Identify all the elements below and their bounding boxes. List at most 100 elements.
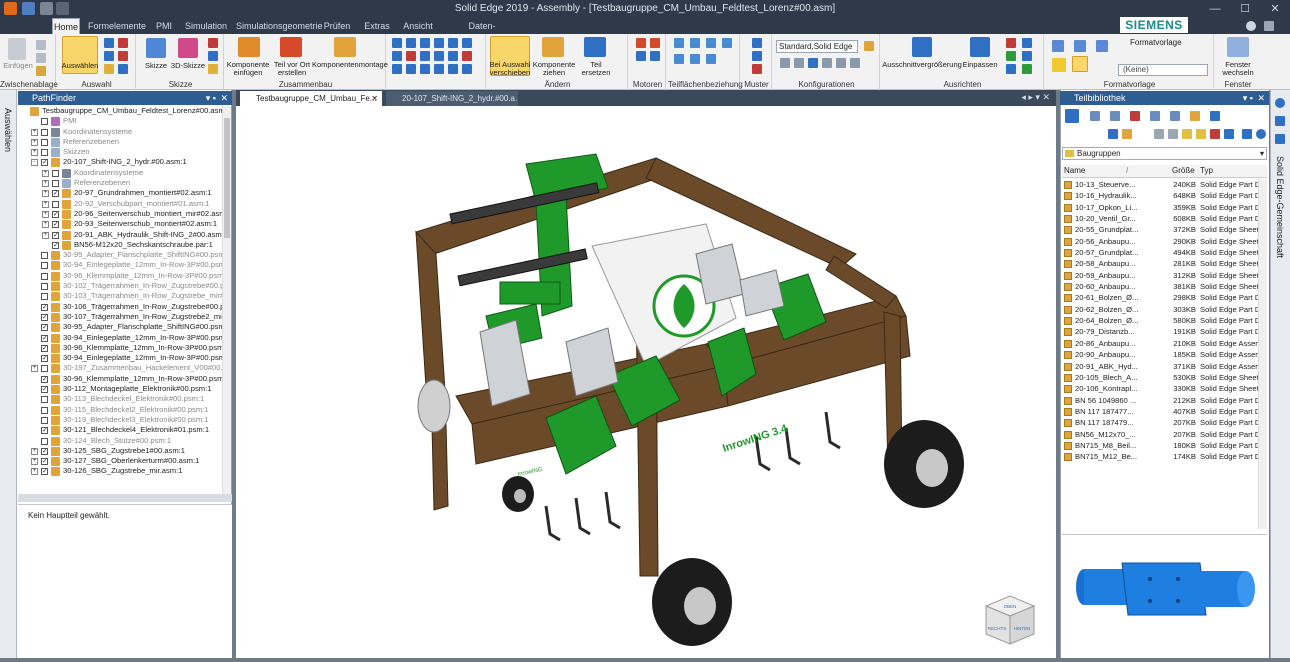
visibility-checkbox[interactable]: ✓	[52, 190, 59, 198]
visibility-checkbox[interactable]: ✓	[52, 210, 59, 218]
document-tab[interactable]: 20-107_Shift-ING_2_hydr.#00.a...	[386, 91, 518, 106]
visibility-checkbox[interactable]	[41, 365, 48, 373]
panel-pin-icon[interactable]: ▾ ▪	[206, 91, 216, 105]
relationship-icon[interactable]	[420, 51, 430, 61]
visibility-checkbox[interactable]: ✓	[41, 313, 48, 321]
list-item[interactable]: 20-105_Blech_A... 530KB Solid Edge Sheet .…	[1062, 372, 1267, 383]
face-relate-icon[interactable]	[722, 38, 732, 48]
tree-item[interactable]: + ✓ 20-91_ABK_Hydraulik_Shift-ING_2#00.asm	[18, 230, 222, 240]
tree-item[interactable]: ✓ 30-96_Klemmplatte_12mm_In-Row-3P#00.psm…	[18, 374, 222, 384]
filter-icon[interactable]	[1242, 129, 1252, 139]
expand-icon[interactable]: +	[42, 180, 49, 188]
forward-icon[interactable]	[1168, 129, 1178, 139]
tree-item[interactable]: Testbaugruppe_CM_Umbau_Feldtest_Lorenz#0…	[18, 106, 222, 116]
view-icon[interactable]	[1022, 64, 1032, 74]
style-cube-icon[interactable]	[1072, 56, 1088, 72]
pathfinder-splitter[interactable]	[18, 494, 232, 502]
style-cube-icon[interactable]	[1052, 58, 1066, 72]
select-option-icon[interactable]	[104, 38, 114, 48]
relationship-icon[interactable]	[392, 38, 402, 48]
relationship-icon[interactable]	[406, 38, 416, 48]
library-tool-icon[interactable]	[1190, 111, 1200, 121]
relationship-icon[interactable]	[462, 38, 472, 48]
visibility-checkbox[interactable]	[41, 406, 48, 414]
list-item[interactable]: 10-13_Steuerve... 240KB Solid Edge Part Do…	[1062, 179, 1267, 190]
visibility-checkbox[interactable]: ✓	[41, 159, 48, 167]
list-item[interactable]: BN 117 187479... 207KB Solid Edge Part Do.…	[1062, 417, 1267, 428]
component-assembly-label[interactable]: Komponentenmontage	[312, 61, 388, 69]
visibility-checkbox[interactable]	[41, 396, 48, 404]
motor-icon[interactable]	[636, 51, 646, 61]
visibility-checkbox[interactable]: ✓	[41, 468, 48, 476]
select-option-icon[interactable]	[118, 64, 128, 74]
expand-icon[interactable]: +	[31, 458, 38, 466]
pathfinder-scrollbar[interactable]	[222, 106, 231, 494]
visibility-checkbox[interactable]: ✓	[41, 375, 48, 383]
visibility-checkbox[interactable]	[41, 252, 48, 260]
up-folder-icon[interactable]	[1182, 129, 1192, 139]
list-item[interactable]: 20-91_ABK_Hyd... 371KB Solid Edge Assemb..…	[1062, 361, 1267, 372]
format-style-field[interactable]: (Keine)	[1118, 64, 1208, 76]
visibility-checkbox[interactable]	[52, 200, 59, 208]
relationship-icon[interactable]	[448, 64, 458, 74]
format-painter-icon[interactable]	[36, 66, 46, 76]
list-item[interactable]: BN715_M8_Beil... 180KB Solid Edge Part Do.…	[1062, 440, 1267, 451]
list-item[interactable]: 10-17_Opkon_Li... 359KB Solid Edge Part Do…	[1062, 202, 1267, 213]
configuration-icon[interactable]	[808, 58, 818, 68]
style-cube-icon[interactable]	[1052, 40, 1064, 52]
visibility-checkbox[interactable]: ✓	[41, 334, 48, 342]
tree-item[interactable]: + Koordinatensysteme	[18, 168, 222, 178]
visibility-checkbox[interactable]: ✓	[52, 221, 59, 229]
view-icon[interactable]	[1006, 38, 1016, 48]
visibility-checkbox[interactable]: ✓	[41, 303, 48, 311]
assembly-model[interactable]: InrowING 3.4 InrowING	[236, 106, 1056, 658]
replace-part-icon[interactable]	[584, 37, 606, 57]
replace-part-label-2[interactable]: ersetzen	[574, 69, 618, 77]
style-cube-icon[interactable]	[1096, 40, 1108, 52]
visibility-checkbox[interactable]	[41, 138, 48, 146]
sketch-tool-icon[interactable]	[208, 38, 218, 48]
tree-item[interactable]: + ✓ 30-127_SBG_Oberlenkerturm#00.asm:1	[18, 456, 222, 467]
configuration-dropdown[interactable]: Standard,Solid Edge	[776, 40, 858, 53]
help-icon[interactable]	[1275, 98, 1285, 108]
face-relate-icon[interactable]	[706, 38, 716, 48]
search-icon[interactable]	[1256, 129, 1266, 139]
library-tool-icon[interactable]	[1108, 129, 1118, 139]
library-tool-icon[interactable]	[1110, 111, 1120, 121]
ribbon-collapse-icon[interactable]	[1264, 21, 1274, 31]
visibility-checkbox[interactable]: ✓	[41, 458, 48, 466]
list-item[interactable]: 20-61_Bolzen_Ø... 298KB Solid Edge Part Do…	[1062, 292, 1267, 303]
scrollbar-thumb[interactable]	[224, 118, 230, 238]
library-side-icon[interactable]	[1275, 116, 1285, 126]
tree-item[interactable]: ✓ 30-94_Einlegeplatte_12mm_In-Row-3P#00.p…	[18, 333, 222, 343]
face-relate-icon[interactable]	[690, 54, 700, 64]
panel-close-icon[interactable]: ✕	[220, 91, 228, 105]
expand-icon[interactable]: +	[31, 149, 38, 157]
tree-item[interactable]: 30-119_Blechdeckel3_Elektronik#00.psm:1	[18, 415, 222, 425]
view-mode-icon[interactable]	[1224, 129, 1234, 139]
face-relate-icon[interactable]	[674, 38, 684, 48]
visibility-checkbox[interactable]	[41, 149, 48, 157]
fit-label[interactable]: Einpassen	[960, 61, 1000, 69]
configuration-icon[interactable]	[780, 58, 790, 68]
zoom-area-icon[interactable]	[912, 37, 932, 57]
expand-icon[interactable]: +	[42, 169, 49, 177]
relationship-icon[interactable]	[420, 38, 430, 48]
tree-item[interactable]: + Koordinatensysteme	[18, 127, 222, 137]
pattern-icon[interactable]	[752, 51, 762, 61]
list-item[interactable]: 20-62_Bolzen_Ø... 303KB Solid Edge Part Do…	[1062, 304, 1267, 315]
visibility-checkbox[interactable]: ✓	[41, 427, 48, 435]
column-header-type[interactable]: Typ	[1200, 166, 1213, 175]
expand-icon[interactable]: +	[31, 138, 38, 146]
component-assembly-icon[interactable]	[334, 37, 356, 57]
insert-component-icon[interactable]	[238, 37, 260, 57]
select-option-icon[interactable]	[104, 64, 114, 74]
list-item[interactable]: 20-59_Anbaupu... 312KB Solid Edge Sheet ..…	[1062, 270, 1267, 281]
tab-simulation[interactable]: Simulation	[184, 18, 228, 34]
tree-item[interactable]: ✓ 30-121_Blechdeckel4_Elektronik#01.psm:1	[18, 425, 222, 436]
face-relate-icon[interactable]	[690, 38, 700, 48]
folder-dropdown[interactable]: Baugruppen ▾	[1062, 147, 1267, 160]
visibility-checkbox[interactable]: ✓	[41, 324, 48, 332]
tree-item[interactable]: + ✓ 20-93_Seitenverschub_montiert#02.asm:1	[18, 219, 222, 230]
tab-ansicht[interactable]: Ansicht	[400, 18, 436, 34]
